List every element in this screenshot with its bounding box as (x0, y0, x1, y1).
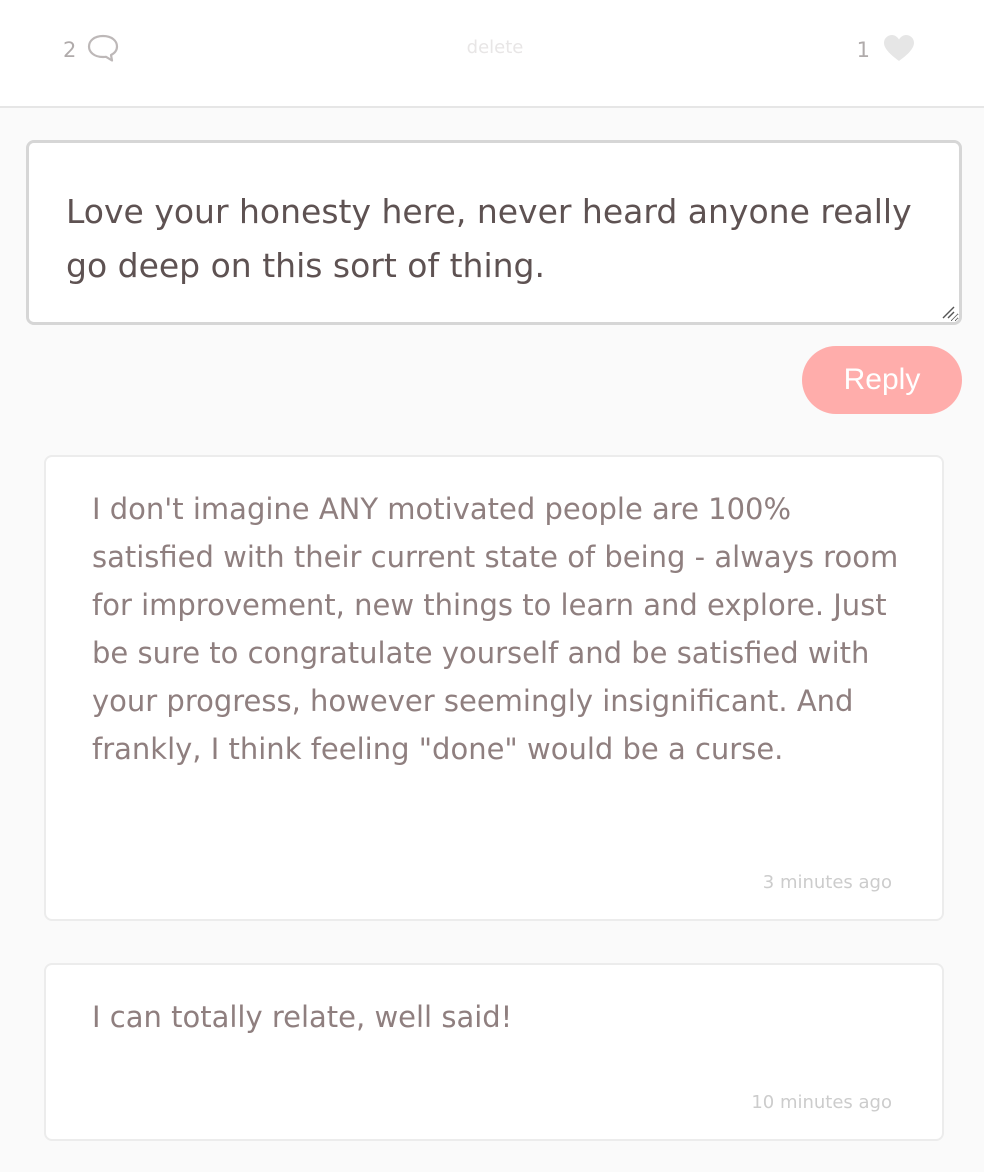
post-action-bar: 2 delete 1 (0, 0, 984, 108)
resize-grip-icon[interactable] (940, 304, 956, 320)
comment-text: I don't imagine ANY motivated people are… (92, 492, 899, 766)
heart-icon (882, 33, 916, 67)
delete-link[interactable]: delete (0, 37, 984, 58)
reply-input[interactable]: Love your honesty here, never heard anyo… (26, 140, 962, 325)
comment-timestamp: 3 minutes ago (762, 872, 892, 893)
comment-card: I can totally relate, well said! 10 minu… (44, 963, 944, 1141)
comment-text: I can totally relate, well said! (92, 1000, 513, 1034)
like-count: 1 (856, 38, 870, 62)
like-count-button[interactable]: 1 (857, 33, 916, 67)
comment-timestamp: 10 minutes ago (751, 1092, 892, 1113)
comment-card: I don't imagine ANY motivated people are… (44, 455, 944, 921)
reply-button[interactable]: Reply (802, 346, 962, 414)
